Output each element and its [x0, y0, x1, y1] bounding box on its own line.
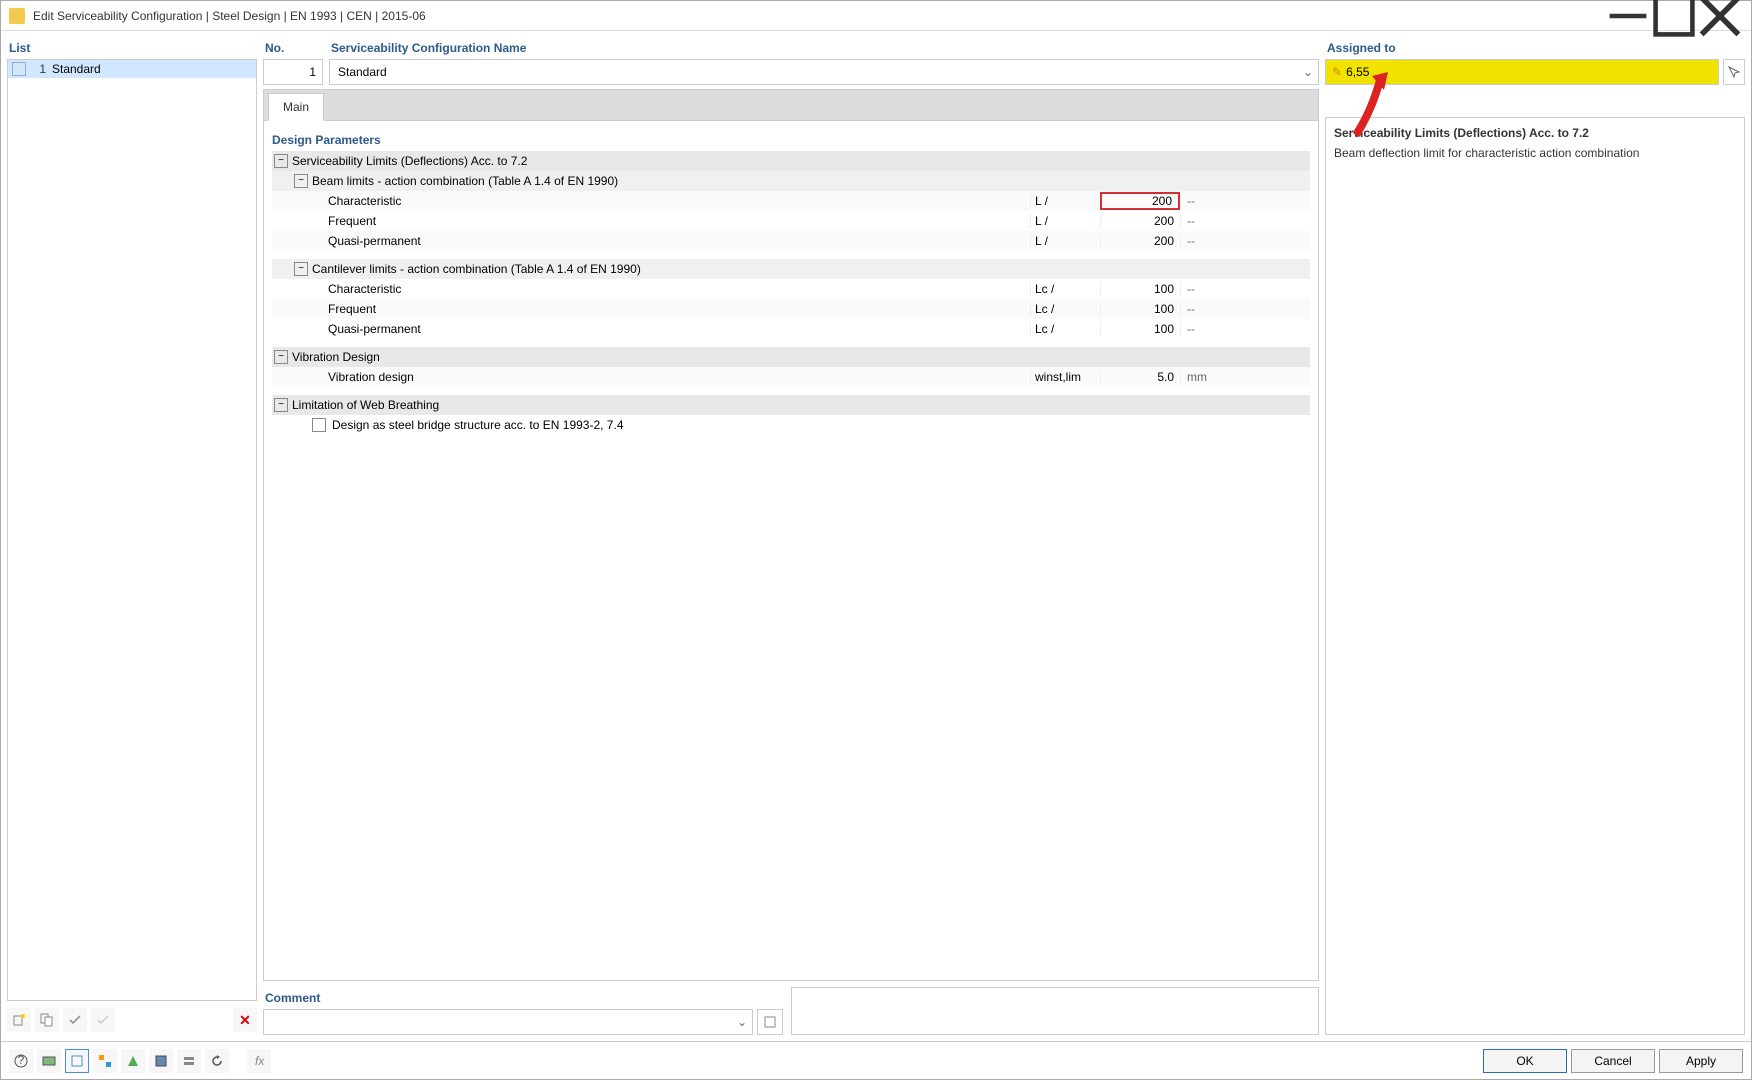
vibration-design-group[interactable]: − Vibration Design [272, 347, 1310, 367]
cantilever-limits-group[interactable]: − Cantilever limits - action combination… [272, 259, 1310, 279]
param-row[interactable]: Design as steel bridge structure acc. to… [272, 415, 1310, 435]
param-row[interactable]: Characteristic Lc / 100 -- [272, 279, 1310, 299]
list-header: List [7, 37, 257, 59]
settings-button[interactable] [177, 1049, 201, 1073]
name-select[interactable]: Standard ⌄ [329, 59, 1319, 85]
param-row[interactable]: Frequent Lc / 100 -- [272, 299, 1310, 319]
function-button[interactable]: fx [247, 1049, 271, 1073]
name-value: Standard [330, 65, 1298, 79]
steel-bridge-checkbox[interactable] [312, 418, 326, 432]
units-button[interactable] [37, 1049, 61, 1073]
collapse-icon[interactable]: − [274, 398, 288, 412]
cancel-button[interactable]: Cancel [1571, 1049, 1655, 1073]
assigned-value: 6,55 [1346, 65, 1369, 79]
chevron-down-icon: ⌄ [732, 1015, 752, 1029]
app-icon [9, 8, 25, 24]
comment-label: Comment [263, 987, 783, 1009]
maximize-button[interactable] [1651, 1, 1697, 31]
web-breathing-group[interactable]: − Limitation of Web Breathing [272, 395, 1310, 415]
list-item[interactable]: 1 Standard [8, 60, 256, 78]
collapse-icon[interactable]: − [294, 262, 308, 276]
svg-text:?: ? [18, 1054, 25, 1067]
assigned-input[interactable]: ✎ 6,55 [1325, 59, 1719, 85]
list-item-label: Standard [52, 62, 101, 76]
param-row[interactable]: Quasi-permanent L / 200 -- [272, 231, 1310, 251]
param-row[interactable]: Quasi-permanent Lc / 100 -- [272, 319, 1310, 339]
assigned-label: Assigned to [1325, 37, 1745, 59]
characteristic-value[interactable]: 200 [1100, 192, 1180, 210]
info-panel: Serviceability Limits (Deflections) Acc.… [1325, 117, 1745, 1035]
beam-limits-group[interactable]: − Beam limits - action combination (Tabl… [272, 171, 1310, 191]
help-button[interactable]: ? [9, 1049, 33, 1073]
list-item-icon [12, 62, 26, 76]
config-list[interactable]: 1 Standard [7, 59, 257, 1001]
member-icon: ✎ [1332, 65, 1342, 79]
collapse-icon[interactable]: − [294, 174, 308, 188]
delete-button[interactable]: ✕ [233, 1008, 257, 1032]
save-button[interactable] [149, 1049, 173, 1073]
chevron-down-icon: ⌄ [1298, 65, 1318, 79]
titlebar: Edit Serviceability Configuration | Stee… [1, 1, 1751, 31]
info-title: Serviceability Limits (Deflections) Acc.… [1334, 126, 1736, 140]
new-button[interactable] [7, 1008, 31, 1032]
check-button[interactable] [63, 1008, 87, 1032]
no-input[interactable] [263, 59, 323, 85]
info-text: Beam deflection limit for characteristic… [1334, 146, 1736, 160]
param-row[interactable]: Characteristic L / 200 -- [272, 191, 1310, 211]
apply-button[interactable]: Apply [1659, 1049, 1743, 1073]
minimize-button[interactable] [1605, 1, 1651, 31]
tree-button[interactable] [93, 1049, 117, 1073]
name-label: Serviceability Configuration Name [329, 37, 1319, 59]
comment-pick-button[interactable] [757, 1009, 783, 1035]
copy-button[interactable] [35, 1008, 59, 1032]
close-button[interactable] [1697, 1, 1743, 31]
collapse-icon[interactable]: − [274, 154, 288, 168]
tab-main[interactable]: Main [268, 93, 324, 121]
no-label: No. [263, 37, 323, 59]
design-parameters-header: Design Parameters [272, 129, 1310, 151]
pick-in-view-button[interactable] [1723, 59, 1745, 85]
list-item-number: 1 [32, 62, 46, 76]
export-button[interactable] [121, 1049, 145, 1073]
ok-button[interactable]: OK [1483, 1049, 1567, 1073]
reset-button[interactable] [205, 1049, 229, 1073]
view-button[interactable] [65, 1049, 89, 1073]
uncheck-button[interactable] [91, 1008, 115, 1032]
param-row[interactable]: Frequent L / 200 -- [272, 211, 1310, 231]
collapse-icon[interactable]: − [274, 350, 288, 364]
window-title: Edit Serviceability Configuration | Stee… [33, 9, 426, 23]
svg-text:fx: fx [255, 1054, 265, 1068]
serviceability-limits-group[interactable]: − Serviceability Limits (Deflections) Ac… [272, 151, 1310, 171]
preview-box [791, 987, 1319, 1035]
comment-input[interactable]: ⌄ [263, 1009, 753, 1035]
tabs: Main [263, 89, 1319, 120]
param-row[interactable]: Vibration design winst,lim 5.0 mm [272, 367, 1310, 387]
